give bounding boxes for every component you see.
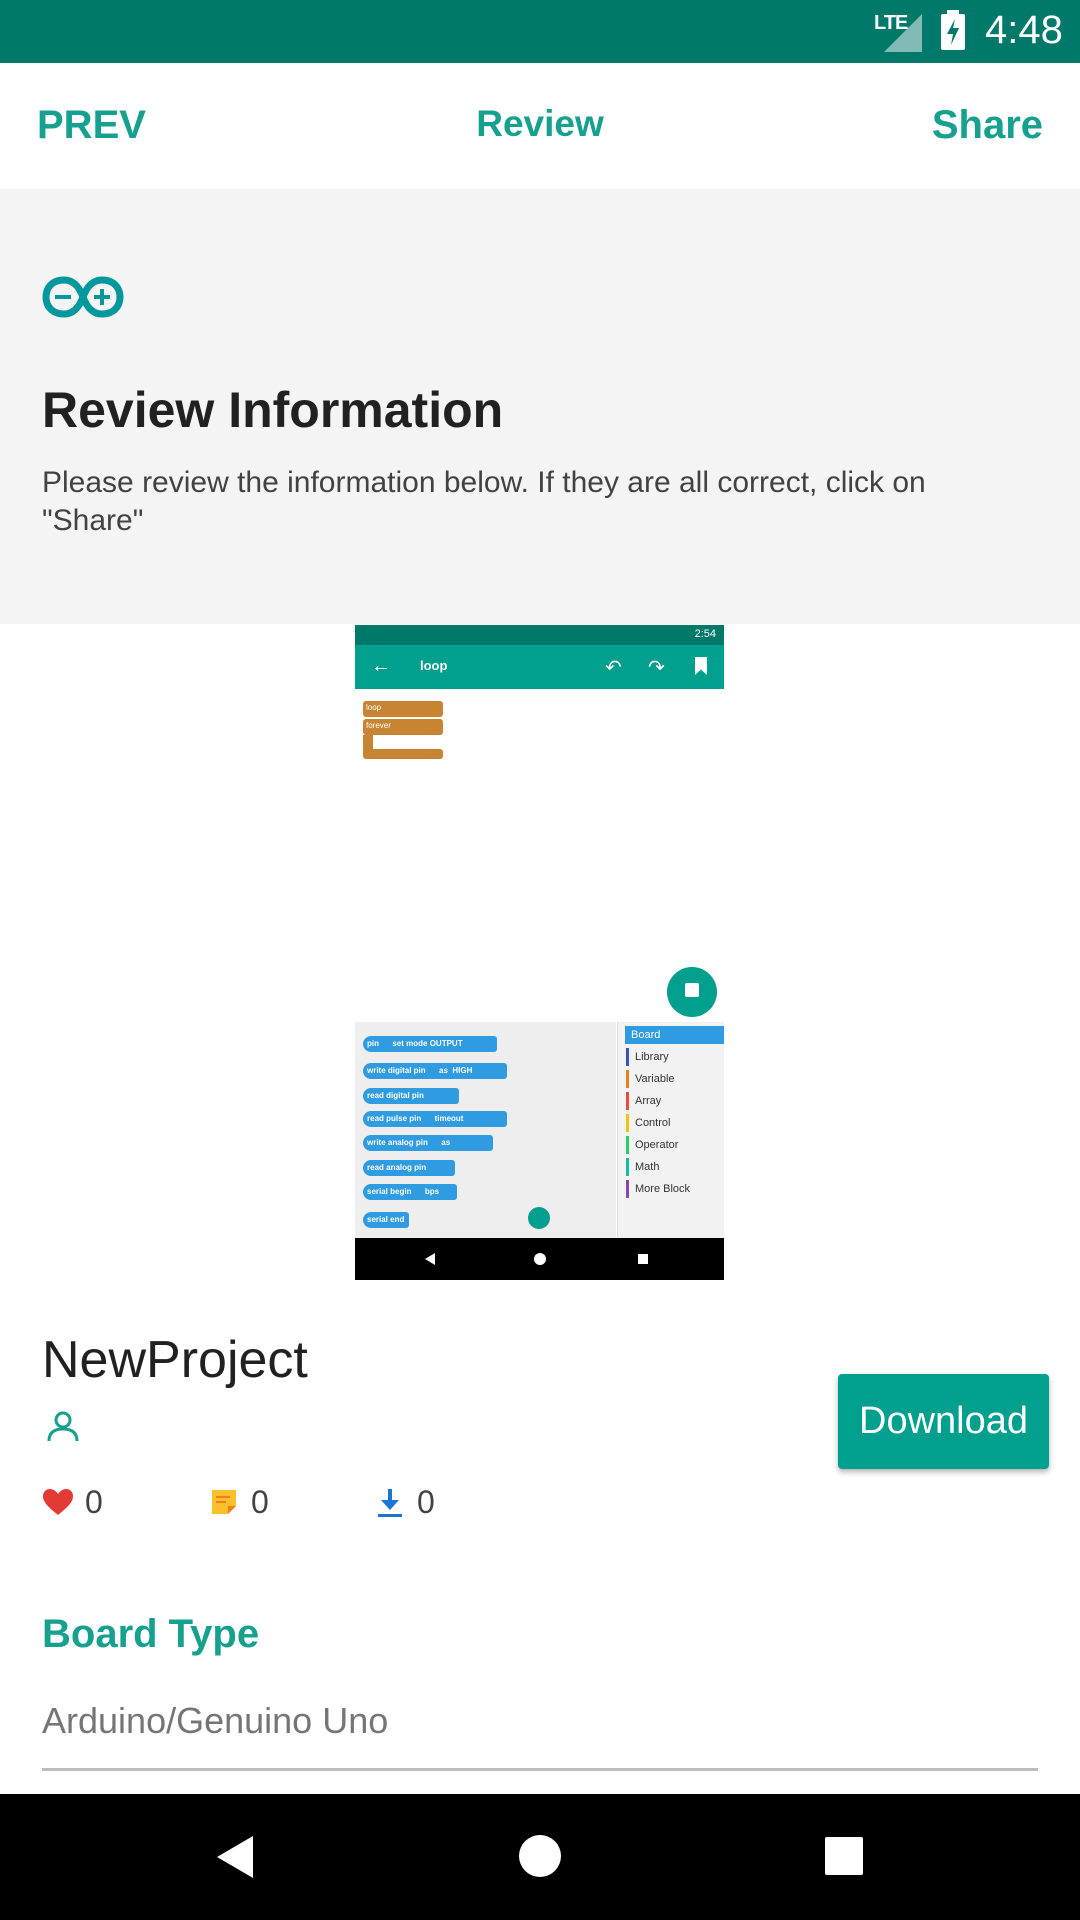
prev-button[interactable]: PREV: [37, 103, 146, 148]
back-arrow-icon: ←: [371, 655, 391, 677]
preview-toolbar: ← loop ↶ ↷: [355, 645, 724, 689]
project-screenshot: 2:54 ← loop ↶ ↷ loop forever pin set mod…: [355, 625, 724, 1280]
back-icon[interactable]: [215, 1834, 255, 1880]
battery-charging-icon: [941, 10, 965, 50]
write-analog-pin-block: write analog pin as: [363, 1135, 493, 1151]
category-array: Array: [626, 1092, 661, 1110]
comments-count: 0: [251, 1484, 269, 1520]
recents-icon[interactable]: [824, 1836, 864, 1876]
bookmark-icon: [695, 657, 707, 675]
share-button[interactable]: Share: [932, 103, 1043, 148]
board-type-label: Board Type: [42, 1612, 260, 1656]
forever-block: forever: [363, 719, 443, 735]
redo-icon: ↷: [648, 657, 665, 679]
category-operator: Operator: [626, 1136, 678, 1154]
category-library: Library: [626, 1048, 669, 1066]
category-list: Board Library Variable Array Control Ope…: [617, 1022, 724, 1238]
pin-set-mode-block: pin set mode OUTPUT: [363, 1036, 497, 1052]
review-title: Review Information: [42, 382, 504, 438]
system-nav-bar: [0, 1794, 1080, 1920]
home-icon[interactable]: [518, 1834, 562, 1878]
forever-block-bottom: [363, 749, 443, 759]
serial-begin-block: serial begin bps: [363, 1184, 457, 1200]
serial-end-block: serial end: [363, 1212, 409, 1228]
review-header: Review Information Please review the inf…: [0, 189, 1080, 624]
user-icon[interactable]: [47, 1410, 79, 1442]
download-icon[interactable]: [376, 1488, 404, 1518]
loop-block: loop: [363, 701, 443, 717]
top-navigation: Review PREV Share: [0, 63, 1080, 189]
write-digital-pin-block: write digital pin as HIGH: [363, 1063, 507, 1079]
review-description: Please review the information below. If …: [42, 466, 926, 537]
project-name: NewProject: [42, 1331, 308, 1389]
clock: 4:48: [985, 8, 1063, 52]
block-palette: pin set mode OUTPUT write digital pin as…: [355, 1022, 616, 1238]
read-pulse-pin-block: read pulse pin timeout: [363, 1111, 507, 1127]
download-button[interactable]: Download: [838, 1374, 1049, 1469]
preview-title: loop: [420, 658, 448, 673]
undo-icon: ↶: [605, 657, 622, 679]
category-variable: Variable: [626, 1070, 675, 1088]
preview-status-bar: 2:54: [355, 625, 724, 645]
read-digital-pin-block: read digital pin: [363, 1088, 459, 1104]
board-type-field[interactable]: Arduino/Genuino Uno: [42, 1700, 1038, 1771]
category-board: Board: [625, 1026, 724, 1044]
preview-nav-bar: [355, 1238, 724, 1280]
category-more-block: More Block: [626, 1180, 690, 1198]
arduino-logo-icon: [42, 276, 124, 318]
preview-dot: [528, 1207, 550, 1229]
preview-clock: 2:54: [694, 628, 716, 640]
heart-icon[interactable]: [42, 1488, 74, 1516]
read-analog-pin-block: read analog pin: [363, 1160, 455, 1176]
comment-icon[interactable]: [210, 1488, 238, 1516]
page-title: Review: [476, 103, 604, 144]
downloads-count: 0: [417, 1484, 435, 1520]
category-control: Control: [626, 1114, 670, 1132]
signal-icon: [884, 14, 922, 52]
add-block-fab: [667, 967, 717, 1017]
category-math: Math: [626, 1158, 659, 1176]
likes-count: 0: [85, 1484, 103, 1520]
preview-nav-icons: [425, 1253, 648, 1265]
status-bar: LTE 4:48: [0, 0, 1080, 63]
